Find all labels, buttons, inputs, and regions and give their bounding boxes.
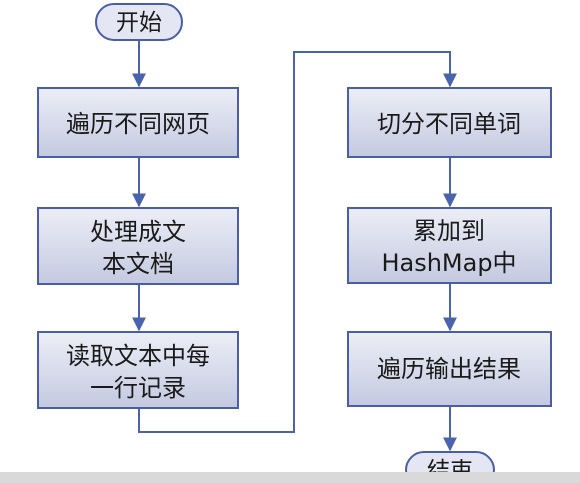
- accumulate-label-line2: HashMap中: [381, 249, 516, 277]
- process-box-process-doc: 处理成文 本文档: [37, 207, 239, 285]
- output-label: 遍历输出结果: [377, 355, 521, 383]
- flowchart-diagram: 开始 遍历不同网页 处理成文 本文档 读取文本中每 一行记录 切分不同单词 累加…: [0, 3, 580, 483]
- accumulate-label-line1: 累加到: [413, 217, 485, 245]
- process-box-split-words: 切分不同单词: [347, 87, 552, 158]
- process-doc-label-line2: 本文档: [102, 250, 174, 278]
- process-box-output: 遍历输出结果: [347, 331, 552, 407]
- bottom-divider: [0, 472, 580, 483]
- start-label: 开始: [116, 10, 162, 36]
- process-box-read-lines: 读取文本中每 一行记录: [37, 331, 239, 409]
- process-box-traverse-pages: 遍历不同网页: [37, 87, 239, 158]
- process-doc-label-line1: 处理成文: [90, 218, 186, 246]
- split-words-label: 切分不同单词: [377, 110, 521, 138]
- process-box-accumulate: 累加到 HashMap中: [347, 207, 552, 284]
- read-lines-label-line2: 一行记录: [90, 374, 186, 402]
- read-lines-label-line1: 读取文本中每: [66, 342, 210, 370]
- start-terminal: 开始: [95, 3, 183, 41]
- traverse-pages-label: 遍历不同网页: [66, 110, 210, 138]
